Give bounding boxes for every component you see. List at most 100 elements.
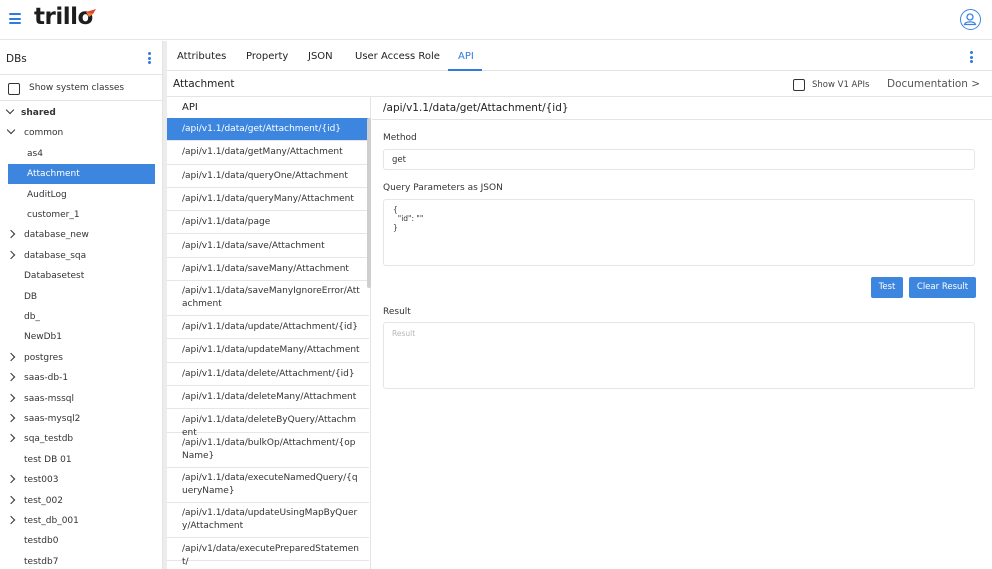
method-value: get bbox=[392, 155, 406, 165]
tree-item-saas-mysql2[interactable]: saas-mysql2 bbox=[0, 409, 163, 429]
tree-item-label: test003 bbox=[24, 475, 59, 486]
tree-item-label: saas-db-1 bbox=[24, 373, 69, 384]
api-list-item[interactable]: /api/v1.1/data/get/Attachment/{id} bbox=[167, 118, 369, 142]
api-endpoint-label: /api/v1.1/data/update/Attachment/{id} bbox=[182, 322, 358, 333]
tree-item-sqa-testdb[interactable]: sqa_testdb bbox=[0, 429, 163, 449]
tree-item-as4[interactable]: as4 bbox=[0, 144, 163, 164]
api-list-item[interactable]: /api/v1.1/data/executeNamedQuery/{queryN… bbox=[167, 468, 369, 503]
tree-item-testdb0[interactable]: testdb0 bbox=[0, 531, 163, 551]
api-list-item[interactable]: /api/v1.1/data/saveMany/Attachment bbox=[167, 258, 369, 282]
chevron-right-icon[interactable] bbox=[6, 372, 16, 382]
api-endpoint-label: /api/v1.1/data/save/Attachment bbox=[182, 240, 325, 251]
hamburger-icon[interactable] bbox=[9, 13, 21, 25]
query-params-value: { "id": "" } bbox=[393, 205, 424, 232]
tree-item-shared[interactable]: shared bbox=[0, 103, 163, 123]
tabs-more-icon[interactable] bbox=[970, 51, 974, 65]
app-logo: trillo bbox=[34, 4, 93, 30]
chevron-right-icon[interactable] bbox=[6, 230, 16, 239]
show-system-classes-label: Show system classes bbox=[29, 83, 125, 93]
tree-item-databasetest[interactable]: Databasetest bbox=[0, 266, 163, 286]
api-list-item[interactable]: /api/v1.1/data/page bbox=[167, 211, 369, 235]
show-v1-apis-checkbox[interactable] bbox=[793, 79, 805, 91]
tree-item-database-new[interactable]: database_new bbox=[0, 225, 163, 245]
api-detail-panel: /api/v1.1/data/get/Attachment/{id} Metho… bbox=[372, 97, 992, 569]
sidebar-more-icon[interactable] bbox=[148, 52, 152, 66]
tree-item-database-sqa[interactable]: database_sqa bbox=[0, 246, 163, 266]
api-list-item[interactable]: /api/v1.1/data/saveManyIgnoreError/Attac… bbox=[167, 281, 369, 317]
show-system-classes-checkbox[interactable] bbox=[8, 83, 20, 95]
tree-item-label: test_002 bbox=[24, 495, 63, 506]
chevron-right-icon[interactable] bbox=[6, 515, 16, 525]
api-endpoint-label: /api/v1.1/data/queryMany/Attachment bbox=[182, 193, 354, 204]
tab-api[interactable]: API bbox=[458, 51, 474, 62]
tab-user-access-role[interactable]: User Access Role bbox=[355, 51, 440, 62]
chevron-right-icon[interactable] bbox=[6, 352, 16, 362]
api-list-item[interactable]: /api/v1.1/data/update/Attachment/{id} bbox=[167, 316, 369, 340]
api-endpoint-label: /api/v1.1/data/bulkOp/Attachment/{opName… bbox=[182, 437, 356, 461]
tree-item-db-[interactable]: db_ bbox=[0, 307, 163, 327]
tree-item-test003[interactable]: test003 bbox=[0, 470, 163, 490]
chevron-down-icon[interactable] bbox=[6, 126, 16, 135]
tree-item-label: test DB 01 bbox=[24, 454, 72, 465]
api-list-item[interactable]: /api/v1.1/data/queryMany/Attachment bbox=[167, 188, 369, 212]
chevron-right-icon[interactable] bbox=[6, 413, 16, 423]
active-tab-indicator bbox=[448, 69, 482, 71]
chevron-right-icon[interactable] bbox=[6, 434, 16, 443]
tree-item-newdb1[interactable]: NewDb1 bbox=[0, 327, 163, 347]
tree-item-saas-db-1[interactable]: saas-db-1 bbox=[0, 368, 163, 388]
tree-item-test-db-001[interactable]: test_db_001 bbox=[0, 511, 163, 531]
api-list-item[interactable]: /api/v1.1/data/save/Attachment bbox=[167, 235, 369, 258]
api-list-item[interactable]: /api/v1.1/data/bulkOp/Attachment/{opName… bbox=[167, 433, 369, 468]
show-system-classes-row: Show system classes bbox=[0, 75, 163, 101]
chevron-right-icon[interactable] bbox=[6, 250, 16, 260]
test-button[interactable]: Test bbox=[871, 277, 903, 298]
api-list-item[interactable]: /api/v1.1/data/updateMany/Attachment bbox=[167, 339, 369, 363]
api-list-item[interactable]: /api/v1.1/data/deleteByQuery/Attachment bbox=[167, 409, 369, 438]
api-endpoint-label: /api/v1.1/data/updateUsingMapByQuery/Att… bbox=[182, 507, 358, 531]
tree-item-auditlog[interactable]: AuditLog bbox=[0, 185, 163, 205]
tree-item-label: db_ bbox=[24, 312, 40, 322]
sidebar-title: DBs bbox=[6, 53, 27, 65]
api-list: API /api/v1.1/data/get/Attachment/{id} /a… bbox=[167, 97, 371, 569]
api-list-item[interactable]: /api/v1.1/data/getMany/Attachment bbox=[167, 141, 369, 165]
query-params-label: Query Parameters as JSON bbox=[383, 183, 503, 193]
tree-item-postgres[interactable]: postgres bbox=[0, 348, 163, 368]
documentation-link[interactable]: Documentation > bbox=[887, 78, 980, 90]
clear-result-button[interactable]: Clear Result bbox=[909, 277, 976, 298]
tab-attributes[interactable]: Attributes bbox=[177, 51, 226, 62]
api-endpoint-label: /api/v1.1/data/saveManyIgnoreError/Attac… bbox=[182, 286, 360, 310]
tree-item-testdb7[interactable]: testdb7 bbox=[0, 552, 163, 569]
api-list-item[interactable]: /api/v1.1/data/deleteMany/Attachment bbox=[167, 386, 369, 410]
api-detail-title: /api/v1.1/data/get/Attachment/{id} bbox=[383, 102, 569, 114]
chevron-right-icon[interactable] bbox=[6, 393, 16, 402]
tree-item-attachment[interactable]: Attachment bbox=[8, 164, 155, 185]
api-list-header: API bbox=[182, 102, 198, 113]
tree-item-test-002[interactable]: test_002 bbox=[0, 491, 163, 511]
tree-item-test-db-01[interactable]: test DB 01 bbox=[0, 450, 163, 470]
tree-item-common[interactable]: common bbox=[0, 123, 163, 143]
chevron-right-icon[interactable] bbox=[6, 495, 16, 504]
tab-bar: Attributes Property JSON User Access Rol… bbox=[167, 41, 992, 71]
api-list-item[interactable]: /api/v1.1/data/delete/Attachment/{id} bbox=[167, 363, 369, 386]
api-list-item[interactable]: /api/v1/data/executePreparedStatement/ bbox=[167, 538, 369, 567]
tree-item-saas-mssql[interactable]: saas-mssql bbox=[0, 389, 163, 409]
method-label: Method bbox=[383, 133, 417, 143]
api-endpoint-label: /api/v1.1/data/get/Attachment/{id} bbox=[182, 124, 342, 134]
chevron-right-icon[interactable] bbox=[6, 474, 16, 484]
tree-item-label: common bbox=[24, 128, 64, 139]
tab-json[interactable]: JSON bbox=[308, 51, 333, 62]
method-field[interactable]: get bbox=[383, 149, 975, 170]
query-params-textarea[interactable]: { "id": "" } bbox=[383, 199, 975, 266]
tab-property[interactable]: Property bbox=[246, 51, 288, 62]
api-endpoint-label: /api/v1.1/data/updateMany/Attachment bbox=[182, 345, 360, 356]
api-list-scrollbar[interactable] bbox=[367, 118, 371, 288]
user-avatar-icon[interactable] bbox=[960, 9, 981, 30]
tree-item-customer-1[interactable]: customer_1 bbox=[0, 205, 163, 225]
tree-item-db[interactable]: DB bbox=[0, 287, 163, 307]
api-list-item[interactable]: /api/v1.1/data/updateUsingMapByQuery/Att… bbox=[167, 503, 369, 538]
api-endpoint-label: /api/v1/data/executePreparedStatement/ bbox=[182, 543, 359, 567]
chevron-down-icon[interactable] bbox=[5, 105, 15, 115]
logo-flag-icon bbox=[86, 9, 96, 17]
api-list-item[interactable]: /api/v1.1/data/queryOne/Attachment bbox=[167, 165, 369, 188]
result-textarea[interactable]: Result bbox=[383, 322, 975, 389]
